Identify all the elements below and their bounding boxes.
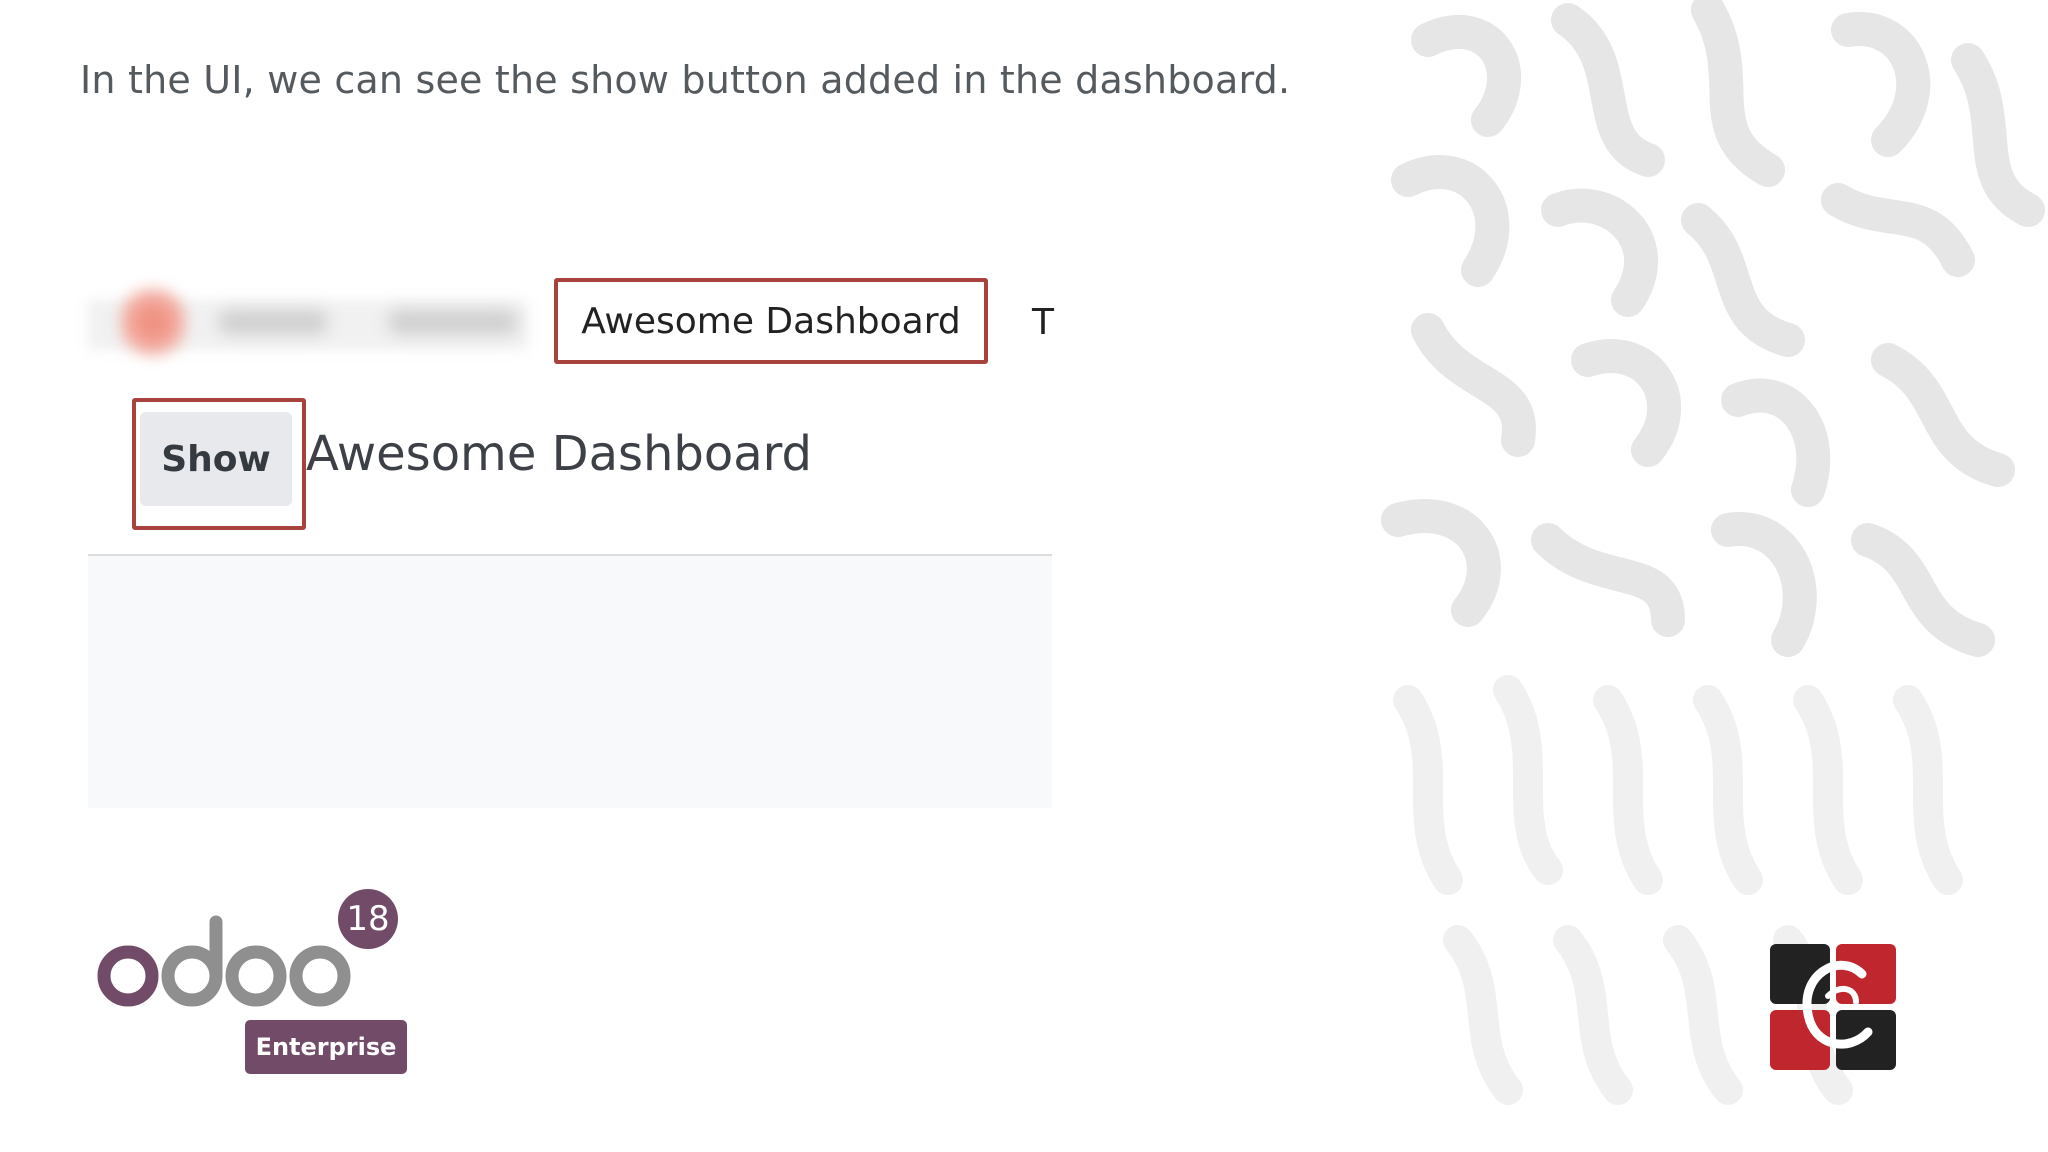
blurred-menu-item xyxy=(388,310,518,334)
version-badge: 18 xyxy=(338,889,398,949)
edition-badge: Enterprise xyxy=(245,1020,407,1074)
blurred-menu-item xyxy=(218,310,328,334)
decorative-pattern xyxy=(1381,0,2045,1105)
dashboard-content xyxy=(88,556,1052,808)
nav-tab-awesome-dashboard[interactable]: Awesome Dashboard xyxy=(554,278,988,364)
blurred-app-icon xyxy=(118,282,188,362)
odoo-logo: 18 Enterprise xyxy=(92,884,422,1084)
cybrosys-logo-icon xyxy=(1770,944,1896,1070)
slide-caption: In the UI, we can see the show button ad… xyxy=(80,58,1291,102)
odoo-wordmark-icon xyxy=(97,915,351,1007)
page-title: Awesome Dashboard xyxy=(306,426,813,482)
dashboard-screenshot: Awesome Dashboard T Show Awesome Dashboa… xyxy=(88,270,1054,810)
nav-tab-partial[interactable]: T xyxy=(1032,302,1054,343)
nav-tab-label: Awesome Dashboard xyxy=(581,300,961,342)
show-button[interactable]: Show xyxy=(140,412,292,506)
